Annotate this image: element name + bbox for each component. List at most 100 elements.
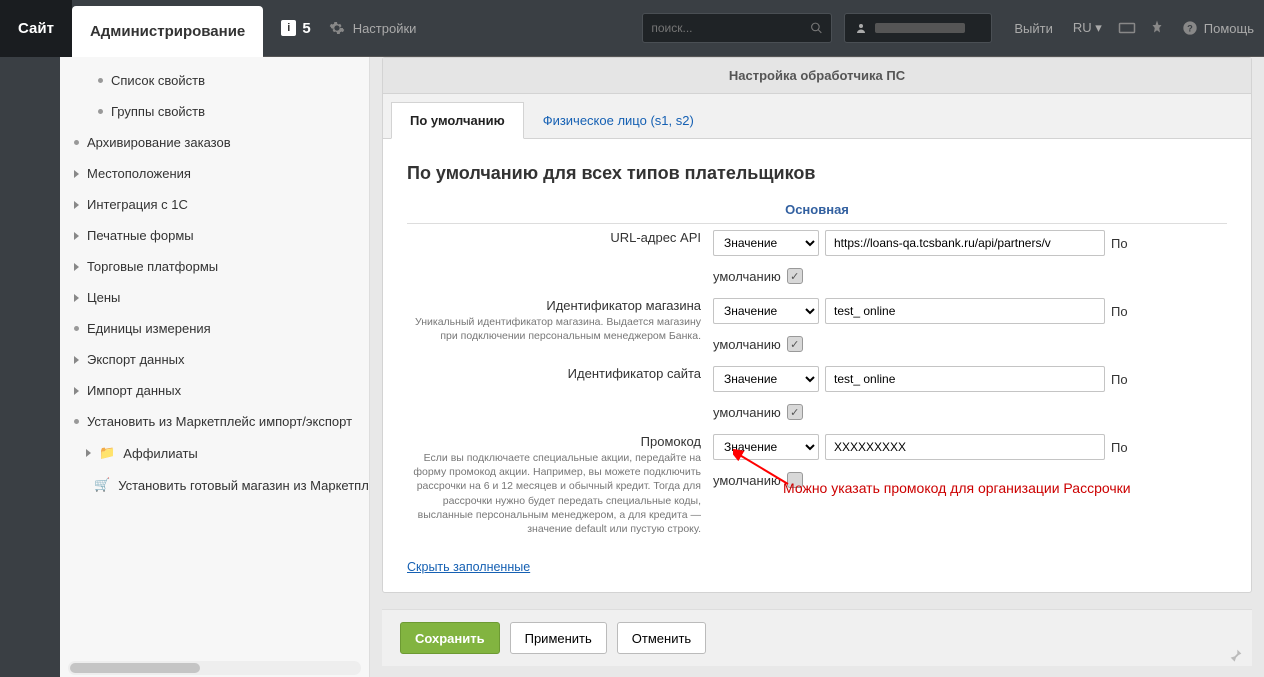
expand-arrow-icon <box>74 387 79 395</box>
tree-scroll-thumb[interactable] <box>70 663 200 673</box>
user-icon <box>855 22 867 34</box>
subsection-main: Основная <box>407 202 1227 224</box>
search-input[interactable] <box>651 21 810 35</box>
bullet-icon <box>74 419 79 424</box>
default-text: умолчанию <box>713 405 781 420</box>
field-label: Промокод <box>407 434 701 449</box>
notifications[interactable]: i 5 <box>281 20 310 37</box>
section-title: По умолчанию для всех типов плательщиков <box>407 163 1227 184</box>
sidebar-rail <box>0 57 60 677</box>
tree-item[interactable]: Цены <box>60 282 369 313</box>
field-label: Идентификатор сайта <box>407 366 701 381</box>
value-type-select[interactable]: Значение <box>713 230 819 256</box>
search-icon <box>810 21 823 35</box>
tree-item[interactable]: Торговые платформы <box>60 251 369 282</box>
tree-item[interactable]: 🛒Установить готовый магазин из Маркетпле… <box>60 469 369 501</box>
default-text: умолчанию <box>713 337 781 352</box>
expand-arrow-icon <box>74 170 79 178</box>
tree-item-label: Местоположения <box>87 166 191 181</box>
tree-item[interactable]: Местоположения <box>60 158 369 189</box>
tree-item-label: Печатные формы <box>87 228 194 243</box>
tree-item[interactable]: Интеграция с 1С <box>60 189 369 220</box>
save-button[interactable]: Сохранить <box>400 622 500 654</box>
apply-button[interactable]: Применить <box>510 622 607 654</box>
annotation-text: Можно указать промокод для организации Р… <box>783 479 1143 499</box>
default-checkbox[interactable] <box>787 404 803 420</box>
expand-arrow-icon <box>86 449 91 457</box>
tree-item[interactable]: Архивирование заказов <box>60 127 369 158</box>
tree-item[interactable]: 📁Аффилиаты <box>60 437 369 469</box>
tab-individual[interactable]: Физическое лицо (s1, s2) <box>524 102 713 138</box>
panel-header: Настройка обработчика ПС <box>383 58 1251 94</box>
footer-pin-icon[interactable] <box>1228 647 1244 663</box>
tree-item-label: Единицы измерения <box>87 321 211 336</box>
user-block[interactable] <box>844 13 992 43</box>
value-input[interactable] <box>825 434 1105 460</box>
notif-icon: i <box>281 20 296 36</box>
expand-arrow-icon <box>74 356 79 364</box>
keyboard-icon[interactable] <box>1118 19 1136 37</box>
expand-arrow-icon <box>74 263 79 271</box>
gear-icon <box>329 20 345 36</box>
lang-switch[interactable]: RU ▾ <box>1073 20 1102 36</box>
settings-panel: Настройка обработчика ПС По умолчанию Фи… <box>382 57 1252 593</box>
site-tab[interactable]: Сайт <box>0 0 72 57</box>
form-row: Идентификатор магазинаУникальный идентиф… <box>407 298 1227 352</box>
default-text: умолчанию <box>713 269 781 284</box>
bullet-icon <box>74 326 79 331</box>
pin-icon[interactable] <box>1148 19 1166 37</box>
tree-item-label: Группы свойств <box>111 104 205 119</box>
value-type-select[interactable]: Значение <box>713 298 819 324</box>
field-controls: ЗначениеПоумолчанию <box>713 366 1227 420</box>
tree-item[interactable]: Единицы измерения <box>60 313 369 344</box>
sidebar-tree: Список свойств Группы свойств Архивировани… <box>60 57 370 677</box>
bullet-icon <box>74 140 79 145</box>
collapse-filled-link[interactable]: Скрыть заполненные <box>407 560 530 574</box>
tab-default[interactable]: По умолчанию <box>391 102 524 139</box>
default-text: По <box>1111 304 1128 319</box>
field-label: Идентификатор магазина <box>407 298 701 313</box>
tree-item-label: Экспорт данных <box>87 352 184 367</box>
tree-item[interactable]: Печатные формы <box>60 220 369 251</box>
footer-buttons: Сохранить Применить Отменить <box>382 609 1252 666</box>
tree-item[interactable]: Установить из Маркетплейс импорт/экспорт <box>60 406 369 437</box>
value-input[interactable] <box>825 230 1105 256</box>
tree-item[interactable]: Группы свойств <box>60 96 369 127</box>
value-input[interactable] <box>825 366 1105 392</box>
tree-item[interactable]: Экспорт данных <box>60 344 369 375</box>
help-link[interactable]: ? Помощь <box>1182 20 1254 36</box>
logout-link[interactable]: Выйти <box>1014 21 1053 36</box>
default-text: По <box>1111 440 1128 455</box>
tree-item-label: Цены <box>87 290 120 305</box>
tab-content: По умолчанию для всех типов плательщиков… <box>383 139 1251 592</box>
bullet-icon <box>98 78 103 83</box>
cancel-button[interactable]: Отменить <box>617 622 706 654</box>
field-label-col: Промокод Если вы подключаете специальные … <box>407 434 707 536</box>
default-text: По <box>1111 236 1128 251</box>
bullet-icon <box>98 109 103 114</box>
value-input[interactable] <box>825 298 1105 324</box>
field-controls: Значение По умолчанию <box>713 298 1227 352</box>
tree-item-label: Интеграция с 1С <box>87 197 188 212</box>
tree-item-label: Импорт данных <box>87 383 181 398</box>
panel-tabs: По умолчанию Физическое лицо (s1, s2) <box>383 94 1251 139</box>
value-type-select[interactable]: Значение <box>713 366 819 392</box>
tree-scrollbar[interactable] <box>68 661 361 675</box>
default-checkbox[interactable] <box>787 336 803 352</box>
field-label-col: Идентификатор сайта <box>407 366 707 381</box>
search-box[interactable] <box>642 13 832 43</box>
admin-tab[interactable]: Администрирование <box>72 6 263 57</box>
settings-link[interactable]: Настройки <box>329 20 417 36</box>
cart-icon: 🛒 <box>94 477 110 493</box>
tree-item-label: Аффилиаты <box>123 446 198 461</box>
field-label: URL-адрес API <box>407 230 701 245</box>
form-row: Идентификатор сайта ЗначениеПоумолчанию <box>407 366 1227 420</box>
field-hint: Если вы подключаете специальные акции, п… <box>407 451 701 536</box>
topbar: Сайт Администрирование i 5 Настройки Вый… <box>0 0 1264 57</box>
tree-item[interactable]: Импорт данных <box>60 375 369 406</box>
expand-arrow-icon <box>74 294 79 302</box>
tree-item-label: Список свойств <box>111 73 205 88</box>
default-checkbox[interactable] <box>787 268 803 284</box>
svg-text:?: ? <box>1187 23 1193 33</box>
tree-item[interactable]: Список свойств <box>60 65 369 96</box>
